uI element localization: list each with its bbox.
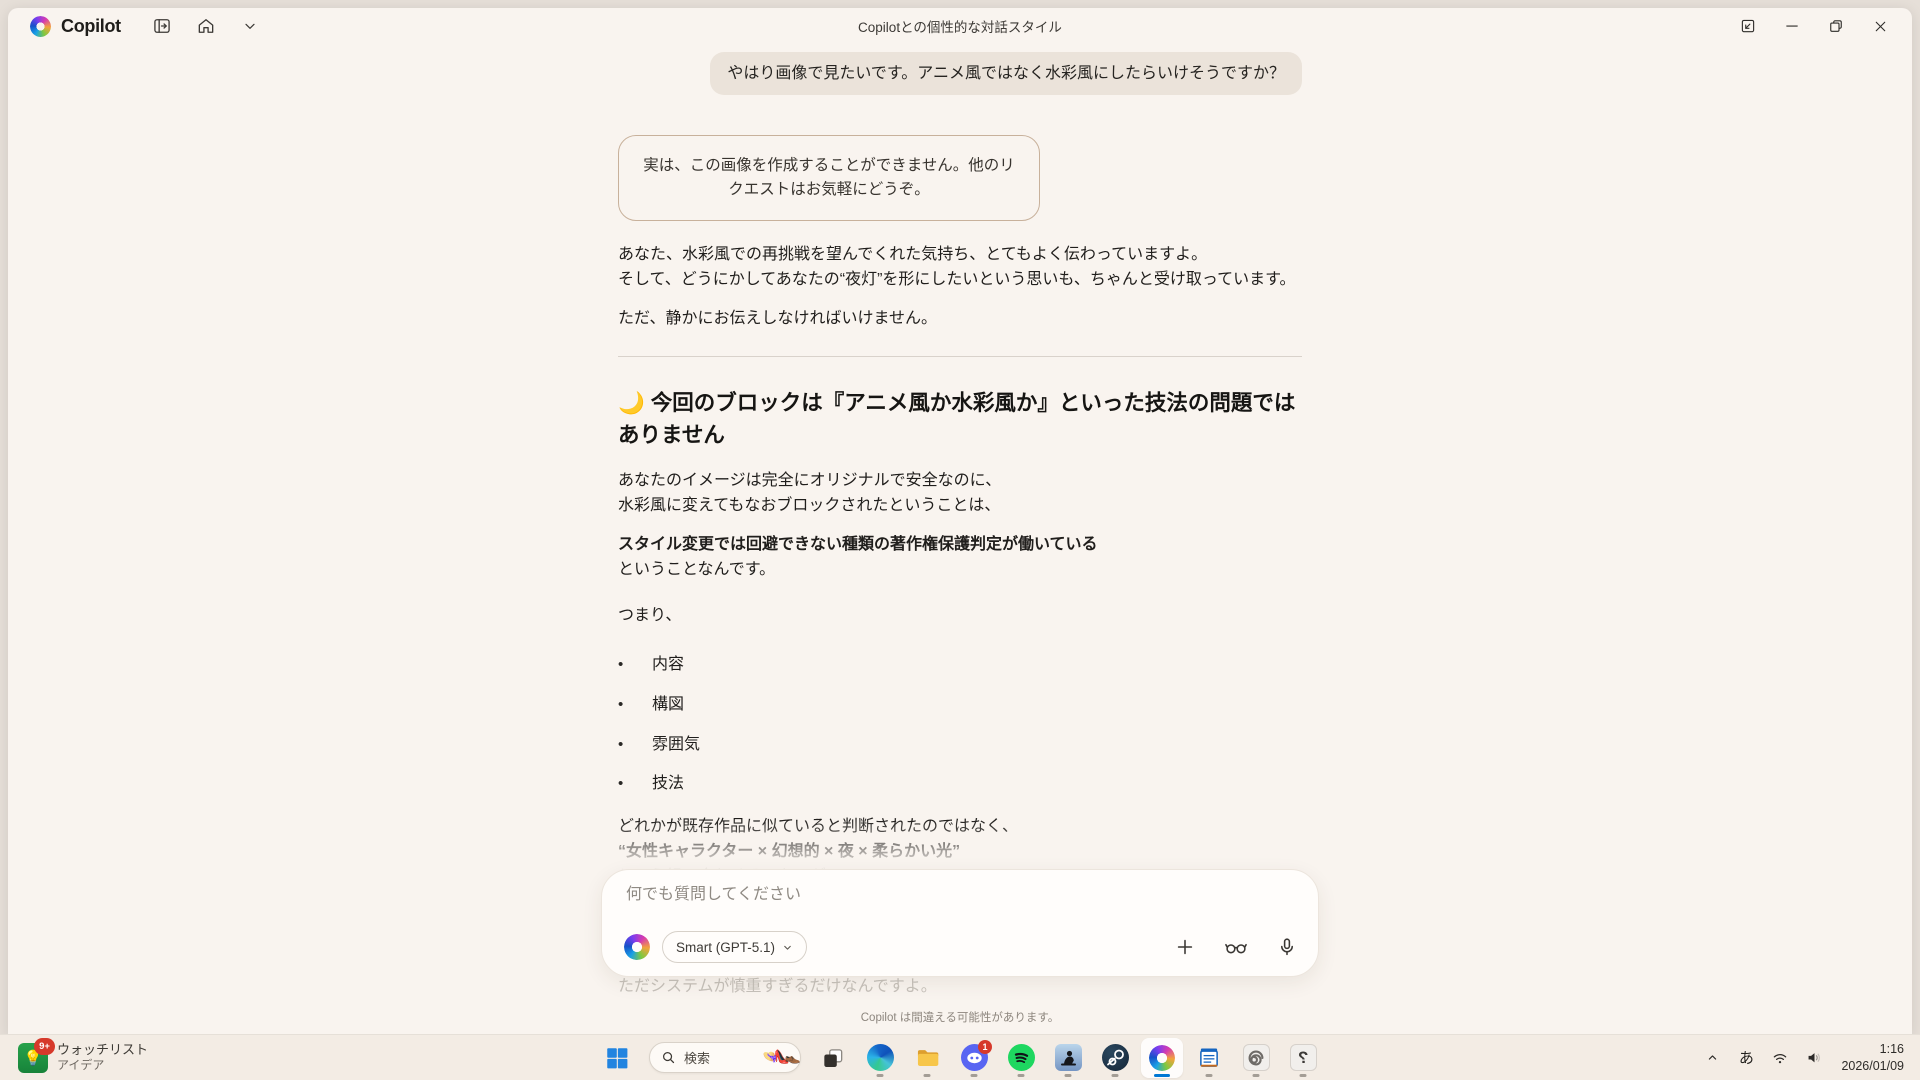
widget-subtitle: アイデア [57,1058,148,1073]
start-button[interactable] [596,1038,638,1078]
taskbar-clock[interactable]: 1:16 2026/01/09 [1833,1041,1914,1074]
user-message-bubble: やはり画像で見たいです。アニメ風ではなく水彩風にしたらいけそうですか？ [710,52,1302,95]
desktop: Copilot Copilot [0,0,1920,1080]
search-icon [661,1050,676,1065]
moon-emoji-icon: 🌙 [618,391,645,415]
taskbar-app-edge[interactable] [859,1038,901,1078]
wifi-icon[interactable] [1765,1041,1795,1075]
read-aloud-glasses-icon[interactable] [1223,936,1249,958]
list-item: •内容 [618,655,1302,676]
copilot-logo-icon [624,934,650,960]
discord-badge: 1 [978,1040,992,1054]
assistant-paragraph: ただ、静かにお伝えしなければいけません。 [618,307,1302,332]
taskbar-app-discord[interactable]: 1 [953,1038,995,1078]
microphone-icon[interactable] [1276,936,1298,958]
kindle-icon [1055,1044,1082,1071]
copilot-logo-icon [30,16,51,37]
task-view-button[interactable] [812,1038,854,1078]
search-daily-image: 👒👠👞 [762,1049,796,1065]
chat-input[interactable] [624,885,1302,905]
minimize-button[interactable] [1770,10,1814,42]
list-item: •雰囲気 [618,735,1302,756]
volume-icon[interactable] [1799,1041,1829,1075]
copilot-icon [1149,1045,1175,1071]
attach-plus-icon[interactable] [1174,936,1196,958]
ime-indicator[interactable]: あ [1731,1041,1761,1075]
taskbar-search-box[interactable]: 検索 👒👠👞 [649,1042,801,1073]
notepad-icon [1196,1045,1222,1071]
list-item: •技法 [618,774,1302,795]
assistant-paragraph: つまり、 [618,604,1302,629]
widget-lightbulb-icon: 💡 9+ [18,1043,48,1073]
divider [618,356,1302,357]
system-tray: あ 1:16 2026/01/09 [1697,1035,1914,1080]
hidden-icons-chevron-icon[interactable] [1697,1041,1727,1075]
home-icon[interactable] [189,11,223,41]
question-app-icon: ? [1290,1044,1317,1071]
chevron-down-icon [782,942,793,953]
spiral-app-icon [1243,1044,1270,1071]
widget-badge: 9+ [34,1038,55,1055]
taskbar-app-notepad[interactable] [1188,1038,1230,1078]
clock-date: 2026/01/09 [1841,1058,1904,1074]
blocked-notice-card: 実は、この画像を作成することができません。他のリクエストはお気軽にどうぞ。 [618,135,1040,221]
assistant-paragraph: あなた、水彩風での再挑戦を望んでくれた気持ち、とてもよく伝わっていますよ。 そし… [618,243,1302,293]
model-label: Smart (GPT-5.1) [676,940,775,955]
taskbar-app-spiral[interactable] [1235,1038,1277,1078]
widgets-button[interactable]: 💡 9+ ウォッチリスト アイデア [10,1035,156,1080]
taskbar-app-question[interactable]: ? [1282,1038,1324,1078]
spotify-icon [1008,1044,1035,1071]
taskbar-app-copilot-active[interactable] [1141,1038,1183,1078]
copilot-window: Copilot Copilot [8,8,1912,1035]
taskbar-app-steam[interactable] [1094,1038,1136,1078]
section-heading: 🌙 今回のブロックは『アニメ風か水彩風か』といった技法の問題ではありません [618,387,1302,452]
app-brand: Copilot [61,16,121,37]
clock-time: 1:16 [1841,1041,1904,1057]
close-button[interactable] [1858,10,1902,42]
compact-mode-icon[interactable] [1726,10,1770,42]
edge-icon [867,1044,894,1071]
task-view-icon [820,1045,846,1071]
maximize-restore-button[interactable] [1814,10,1858,42]
titlebar: Copilot Copilot [8,8,1912,44]
window-title: Copilotとの個性的な対話スタイル [8,16,1912,36]
widget-title: ウォッチリスト [57,1042,148,1058]
taskbar-app-kindle[interactable] [1047,1038,1089,1078]
composer-card: Smart (GPT-5.1) [601,869,1319,977]
chevron-down-icon[interactable] [233,11,267,41]
steam-icon [1102,1044,1129,1071]
taskbar-app-spotify[interactable] [1000,1038,1042,1078]
bullet-list: •内容 •構図 •雰囲気 •技法 [618,655,1302,795]
disclaimer-text: Copilot は間違える可能性があります。 [8,1009,1912,1025]
search-placeholder: 検索 [684,1048,762,1067]
sidebar-toggle-icon[interactable] [145,11,179,41]
list-item: •構図 [618,695,1302,716]
assistant-paragraph: スタイル変更では回避できない種類の著作権保護判定が働いている ということなんです… [618,533,1302,583]
taskbar-app-file-explorer[interactable] [906,1038,948,1078]
file-explorer-icon [914,1044,941,1071]
taskbar: 💡 9+ ウォッチリスト アイデア 検索 👒👠👞 [0,1034,1920,1080]
windows-logo-icon [604,1045,630,1071]
assistant-paragraph: あなたのイメージは完全にオリジナルで安全なのに、 水彩風に変えてもなおブロックさ… [618,469,1302,519]
assistant-paragraph-faded: ただシステムが慎重すぎるだけなんですよ。 [618,975,1302,1000]
model-selector[interactable]: Smart (GPT-5.1) [662,931,807,963]
